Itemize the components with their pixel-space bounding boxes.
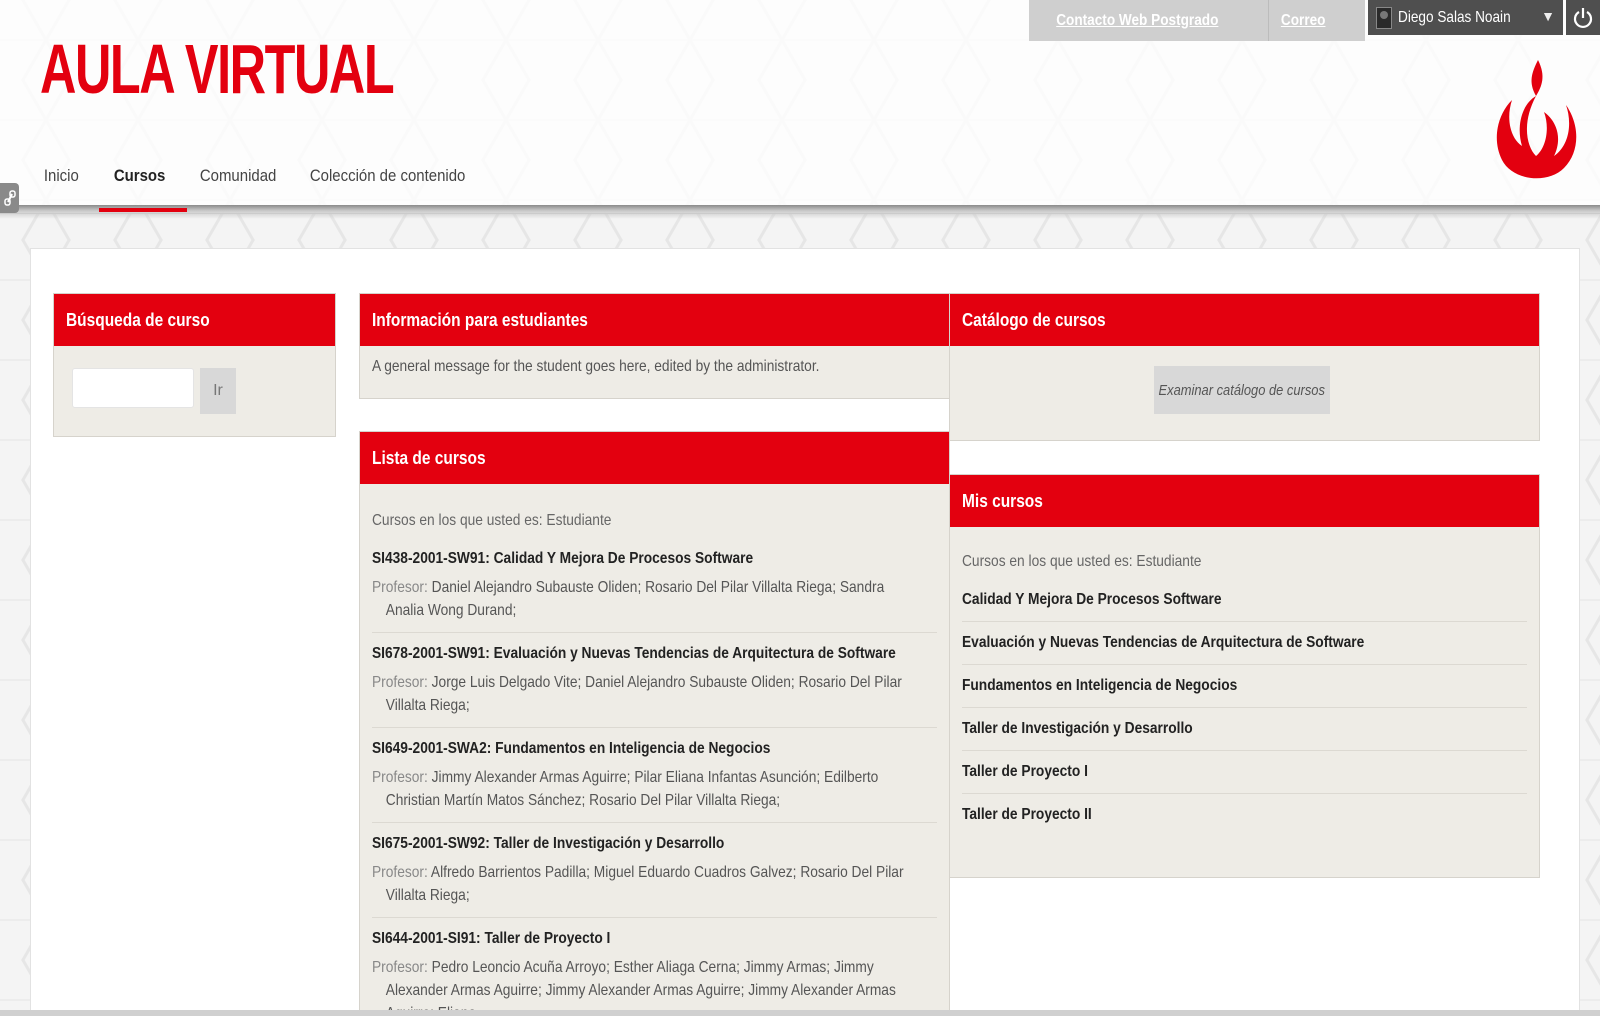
nav-coleccion-contenido[interactable]: Colección de contenido: [294, 160, 466, 212]
list-item: SI678-2001-SW91: Evaluación y Nuevas Ten…: [372, 645, 937, 728]
avatar: [1376, 6, 1392, 29]
course-catalog-module: Catálogo de cursos Examinar catálogo de …: [949, 293, 1540, 441]
module-header: Mis cursos: [950, 475, 1539, 527]
module-title: Búsqueda de curso: [66, 309, 210, 330]
course-search-input[interactable]: [72, 368, 194, 408]
module-header: Catálogo de cursos: [950, 294, 1539, 346]
my-courses-body: Cursos en los que usted es: Estudiante C…: [950, 527, 1539, 836]
nav-comunidad[interactable]: Comunidad: [184, 160, 281, 212]
course-list-module: Lista de cursos Cursos en los que usted …: [359, 431, 950, 1016]
user-menu[interactable]: Diego Salas Noain ▼: [1368, 0, 1563, 35]
my-course-link[interactable]: Fundamentos en Inteligencia de Negocios: [962, 665, 1527, 708]
course-link[interactable]: SI678-2001-SW91: Evaluación y Nuevas Ten…: [372, 645, 937, 663]
top-utility-bar: Contacto Web Postgrado Correo: [1029, 0, 1365, 41]
list-item: SI675-2001-SW92: Taller de Investigación…: [372, 835, 937, 918]
chevron-down-icon[interactable]: ▼: [1541, 8, 1555, 24]
my-course-link[interactable]: Taller de Proyecto I: [962, 751, 1527, 794]
list-item: SI438-2001-SW91: Calidad Y Mejora De Pro…: [372, 550, 937, 633]
correo-link[interactable]: Correo: [1269, 12, 1339, 30]
module-header: Búsqueda de curso: [54, 294, 335, 346]
browse-catalog-button[interactable]: Examinar catálogo de cursos: [1154, 366, 1330, 414]
list-item: SI644-2001-SI91: Taller de Proyecto I Pr…: [372, 930, 937, 1016]
upc-emblem-icon: [1496, 60, 1577, 179]
my-course-link[interactable]: Taller de Proyecto II: [962, 794, 1527, 836]
top-links-box: Contacto Web Postgrado Correo: [1029, 0, 1365, 41]
search-go-button[interactable]: Ir: [200, 368, 236, 414]
nav-inicio[interactable]: Inicio: [28, 160, 90, 212]
link-icon: [3, 190, 16, 206]
user-name: Diego Salas Noain: [1398, 8, 1511, 26]
my-course-link[interactable]: Calidad Y Mejora De Procesos Software: [962, 579, 1527, 622]
content-area: Búsqueda de curso Ir Información para es…: [30, 248, 1580, 1016]
role-line: Cursos en los que usted es: Estudiante: [962, 553, 1202, 570]
quick-links-tab[interactable]: [0, 183, 19, 213]
module-title: Información para estudiantes: [372, 309, 588, 330]
student-message: A general message for the student goes h…: [372, 358, 820, 375]
student-info-module: Información para estudiantes A general m…: [359, 293, 950, 399]
course-professors: Profesor: Jimmy Alexander Armas Aguirre;…: [372, 769, 879, 809]
power-icon: [1573, 7, 1593, 28]
main-nav: Inicio Cursos Comunidad Colección de con…: [28, 160, 484, 212]
module-title: Lista de cursos: [372, 447, 486, 468]
my-courses-module: Mis cursos Cursos en los que usted es: E…: [949, 474, 1540, 878]
aula-virtual-logo[interactable]: AULA VIRTUAL: [40, 34, 395, 104]
course-link[interactable]: SI644-2001-SI91: Taller de Proyecto I: [372, 930, 937, 948]
my-course-link[interactable]: Taller de Investigación y Desarrollo: [962, 708, 1527, 751]
module-title: Mis cursos: [962, 490, 1043, 511]
course-link[interactable]: SI649-2001-SWA2: Fundamentos en Intelige…: [372, 740, 937, 758]
nav-cursos[interactable]: Cursos: [98, 160, 174, 212]
module-title: Catálogo de cursos: [962, 309, 1106, 330]
module-header: Lista de cursos: [360, 432, 949, 484]
active-tab-indicator: [99, 208, 187, 212]
course-list-body: Cursos en los que usted es: Estudiante S…: [360, 484, 949, 1016]
my-course-link[interactable]: Evaluación y Nuevas Tendencias de Arquit…: [962, 622, 1527, 665]
horizontal-scrollbar[interactable]: [0, 1010, 1600, 1016]
course-link[interactable]: SI675-2001-SW92: Taller de Investigación…: [372, 835, 937, 853]
course-professors: Profesor: Jorge Luis Delgado Vite; Danie…: [372, 674, 902, 714]
list-item: SI649-2001-SWA2: Fundamentos en Intelige…: [372, 740, 937, 823]
course-professors: Profesor: Daniel Alejandro Subauste Olid…: [372, 579, 885, 619]
course-professors: Profesor: Alfredo Barrientos Padilla; Mi…: [372, 864, 904, 904]
course-link[interactable]: SI438-2001-SW91: Calidad Y Mejora De Pro…: [372, 550, 937, 568]
course-search-module: Búsqueda de curso Ir: [53, 293, 336, 437]
module-header: Información para estudiantes: [360, 294, 949, 346]
contacto-web-postgrado-link[interactable]: Contacto Web Postgrado: [1029, 12, 1232, 30]
logout-button[interactable]: [1566, 0, 1600, 35]
course-professors: Profesor: Pedro Leoncio Acuña Arroyo; Es…: [372, 959, 896, 1016]
role-line: Cursos en los que usted es: Estudiante: [372, 512, 612, 529]
